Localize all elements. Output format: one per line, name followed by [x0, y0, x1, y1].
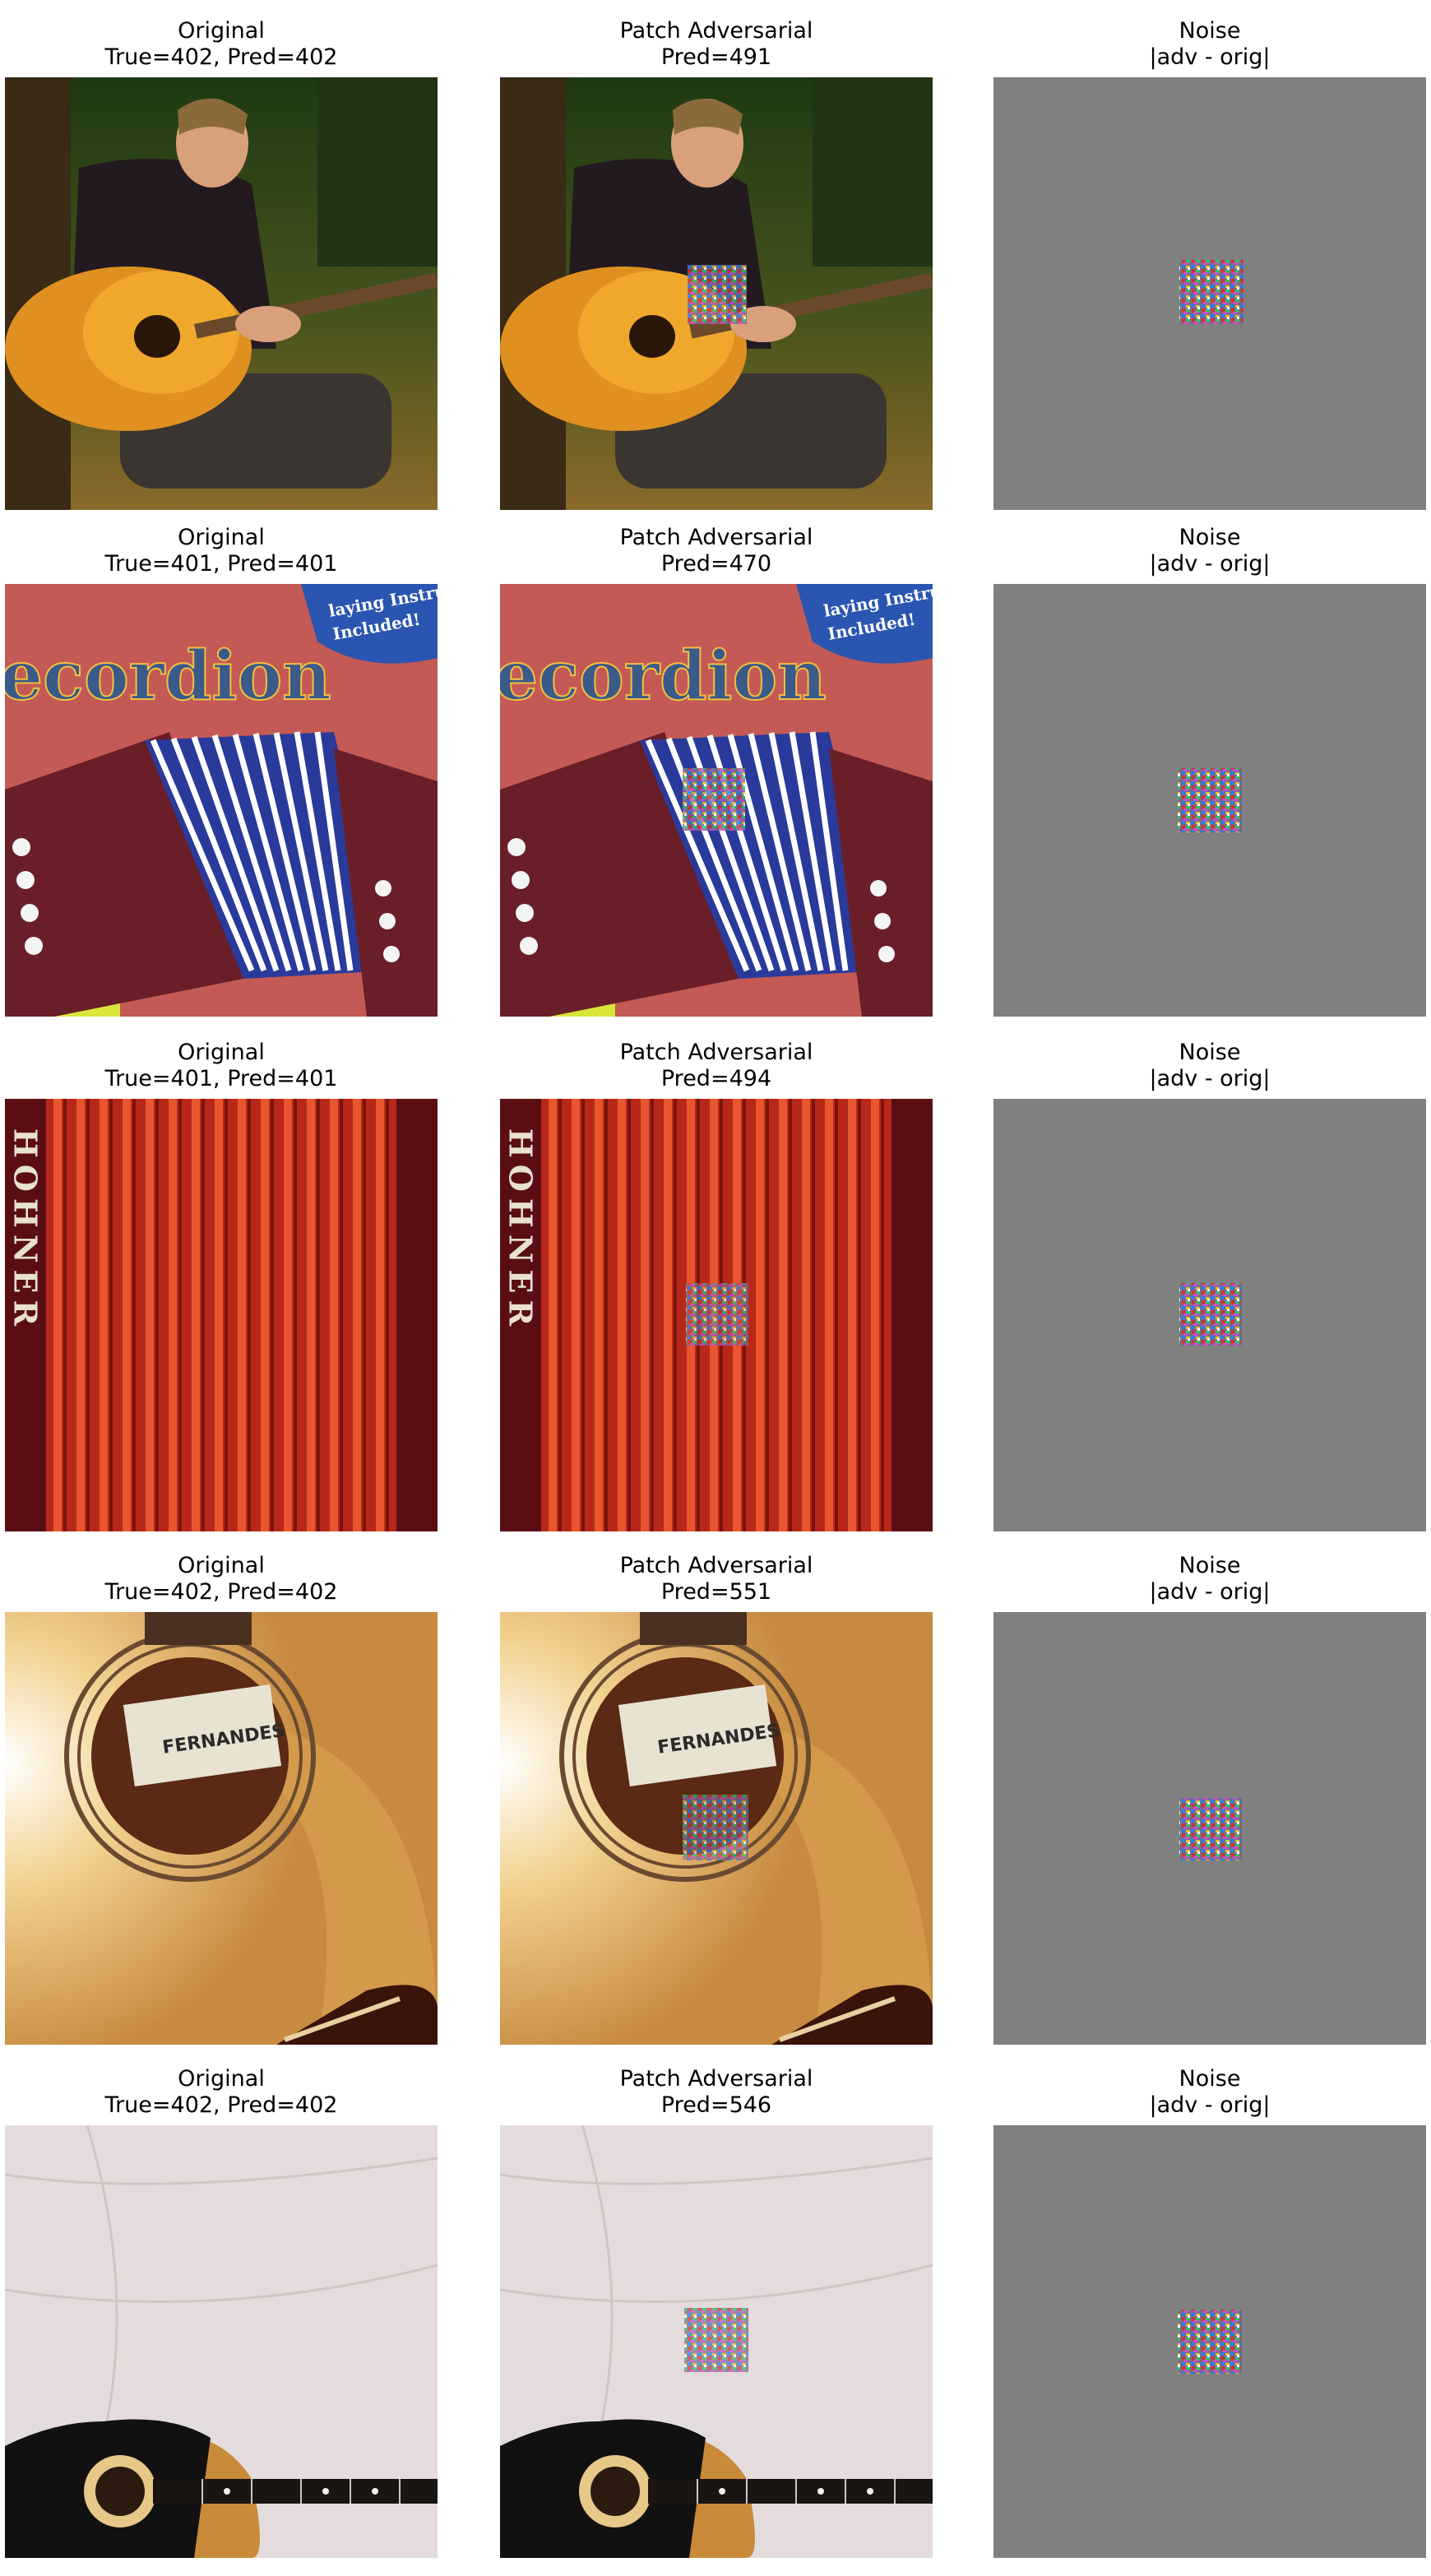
panel-subtitle: |adv - orig|	[1149, 1066, 1271, 1091]
noise-patch	[1179, 1283, 1242, 1346]
panel-title: Noise	[1179, 525, 1241, 550]
noise-image	[993, 77, 1426, 510]
panel-title: Patch Adversarial	[619, 1040, 813, 1065]
noise-patch	[1179, 1798, 1242, 1860]
panel-subtitle: True=402, Pred=402	[104, 2092, 338, 2118]
panel-subtitle: True=402, Pred=402	[104, 1579, 338, 1605]
panel-subtitle: Pred=546	[660, 2092, 772, 2118]
panel-subtitle: |adv - orig|	[1149, 1579, 1271, 1605]
result-row: Original True=402, Pred=402 Patch Adversa…	[0, 2066, 1431, 2576]
panel-title: Noise	[1179, 2066, 1241, 2092]
brand-text: HOHNER	[7, 1128, 44, 1332]
adversarial-patch	[683, 768, 745, 831]
brand-text: HOHNER	[502, 1128, 540, 1332]
panel-title: Original	[178, 18, 265, 44]
result-row: Original True=402, Pred=402 FERNANDES Pat…	[0, 1553, 1431, 2063]
panel-subtitle: |adv - orig|	[1149, 44, 1271, 70]
noise-patch	[1178, 768, 1242, 832]
panel-subtitle: True=401, Pred=401	[104, 1066, 338, 1091]
noise-image	[993, 1099, 1426, 1531]
adversarial-patch	[688, 265, 747, 324]
noise-patch	[1179, 260, 1243, 324]
panel-title: Original	[178, 525, 265, 550]
noise-image	[993, 584, 1426, 1017]
panel-title: Noise	[1179, 1553, 1241, 1578]
panel-title: Original	[178, 1553, 265, 1578]
original-image: HOHNER	[5, 1099, 438, 1531]
result-row: Original True=401, Pred=401 laying Instru…	[0, 525, 1431, 1035]
adversarial-image	[500, 77, 933, 510]
noise-image	[993, 2125, 1426, 2558]
adversarial-patch	[686, 1283, 748, 1346]
panel-subtitle: |adv - orig|	[1149, 2092, 1271, 2118]
cover-title-text: ecordion	[500, 637, 827, 716]
panel-title: Original	[178, 1040, 265, 1065]
panel-subtitle: True=402, Pred=402	[104, 44, 338, 70]
adversarial-image	[500, 2125, 933, 2558]
noise-image	[993, 1612, 1426, 2045]
panel-title: Patch Adversarial	[619, 525, 813, 550]
adversarial-image: HOHNER	[500, 1099, 933, 1531]
original-image	[5, 77, 438, 510]
adversarial-image: FERNANDES	[500, 1612, 933, 2045]
panel-title: Noise	[1179, 1040, 1241, 1065]
panel-subtitle: Pred=551	[660, 1579, 772, 1605]
panel-subtitle: |adv - orig|	[1149, 551, 1271, 577]
noise-patch	[1178, 2310, 1242, 2374]
original-image: FERNANDES	[5, 1612, 438, 2045]
panel-subtitle: Pred=491	[660, 44, 772, 70]
panel-title: Patch Adversarial	[619, 18, 813, 44]
original-image	[5, 2125, 438, 2558]
adversarial-image: laying Instru Included! ecordion	[500, 584, 933, 1017]
result-row: Original True=401, Pred=401 HOHNER Patch …	[0, 1040, 1431, 1550]
original-image: laying Instru Included! ecordion	[5, 584, 438, 1017]
adversarial-patch	[684, 2308, 748, 2372]
cover-title-text: ecordion	[5, 637, 331, 716]
panel-title: Patch Adversarial	[619, 1553, 813, 1578]
panel-subtitle: Pred=470	[660, 551, 772, 577]
panel-title: Patch Adversarial	[619, 2066, 813, 2092]
result-row: Original True=402, Pred=402 Patch Adversa…	[0, 18, 1431, 528]
panel-subtitle: True=401, Pred=401	[104, 551, 338, 577]
panel-subtitle: Pred=494	[660, 1066, 772, 1091]
adversarial-patch	[683, 1795, 748, 1860]
panel-title: Noise	[1179, 18, 1241, 44]
panel-title: Original	[178, 2066, 265, 2092]
